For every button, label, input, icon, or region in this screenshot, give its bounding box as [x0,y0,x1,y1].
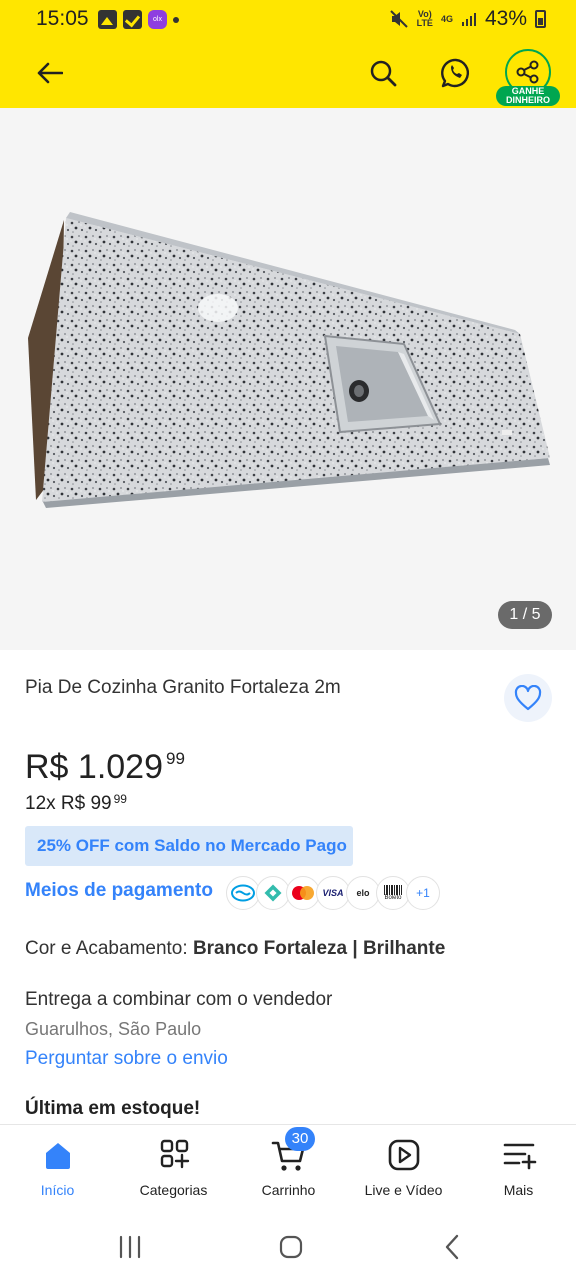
nav-live-video-label: Live e Vídeo [364,1182,443,1198]
mute-icon [389,10,408,28]
product-price: R$ 1.029 99 [25,748,185,786]
elo-icon: elo [346,876,380,910]
recent-apps-button[interactable] [110,1230,150,1264]
check-notification-icon [123,10,142,29]
product-image [28,212,550,508]
payment-method-icons[interactable]: VISA elo Boleto +1 [226,876,440,910]
nav-categories-label: Categorias [139,1182,208,1198]
system-status-icons: Vo) LTE 4G 43% [389,7,546,31]
search-button[interactable] [360,50,406,96]
nav-live-video[interactable]: Live e Vídeo [346,1135,461,1205]
seller-location: Guarulhos, São Paulo [25,1019,202,1039]
ask-shipping-link[interactable]: Perguntar sobre o envio [25,1048,228,1070]
more-payment-methods-badge: +1 [406,876,440,910]
nav-home[interactable]: Início [0,1135,115,1205]
gallery-notification-icon [98,10,117,29]
arrow-left-icon [37,62,63,84]
nav-cart-label: Carrinho [261,1182,316,1198]
whatsapp-icon [441,58,469,88]
search-icon [370,60,397,87]
back-button[interactable] [27,50,73,96]
delivery-info: Entrega a combinar com o vendedor [25,989,333,1010]
home-icon [38,1135,78,1175]
signal-icon [461,13,476,26]
favorite-button[interactable] [504,674,552,722]
whatsapp-share-button[interactable] [433,50,479,96]
mercado-pago-icon [226,876,260,910]
heart-icon [514,685,542,711]
olx-notification-icon: olx [148,10,167,29]
battery-percent: 43% [484,7,527,30]
payment-methods-link[interactable]: Meios de pagamento [25,880,213,902]
chevron-left-icon [445,1234,459,1260]
stock-status: Última em estoque! [25,1098,201,1119]
pix-icon [256,876,290,910]
cart-count-badge: 30 [285,1127,315,1151]
categories-icon [154,1135,194,1175]
share-icon [516,60,539,84]
nav-categories[interactable]: Categorias [116,1135,231,1205]
home-system-button[interactable] [271,1230,311,1264]
recent-apps-icon [119,1235,141,1259]
product-image-gallery[interactable] [0,108,576,650]
home-button-icon [279,1235,303,1259]
play-icon [384,1135,424,1175]
status-bar: 15:05 olx Vo) LTE 4G 43% [0,0,576,40]
notification-icons: olx [98,10,179,29]
visa-icon: VISA [316,876,350,910]
back-system-button[interactable] [432,1230,472,1264]
installments-price: 12x R$ 99 99 [25,792,127,814]
system-navigation-bar [0,1214,576,1280]
boleto-icon: Boleto [376,876,410,910]
volte-indicator: Vo) LTE [416,9,433,28]
product-title: Pia De Cozinha Granito Fortaleza 2m [25,677,341,698]
color-finish: Cor e Acabamento: Branco Fortaleza | Bri… [25,938,446,959]
status-time: 15:05 [36,7,89,30]
mastercard-icon [286,876,320,910]
nav-more-label: Mais [503,1182,534,1198]
more-notifications-dot [173,16,179,23]
nav-home-label: Início [40,1182,75,1198]
menu-plus-icon [499,1135,539,1175]
battery-icon [535,10,546,28]
app-header [0,40,576,108]
image-counter: 1 / 5 [498,601,552,629]
promo-banner: 25% OFF com Saldo no Mercado Pago [25,826,353,866]
network-type-indicator: 4G [440,13,453,24]
nav-more[interactable]: Mais [461,1135,576,1205]
earn-money-badge: GANHE DINHEIRO [496,86,560,106]
